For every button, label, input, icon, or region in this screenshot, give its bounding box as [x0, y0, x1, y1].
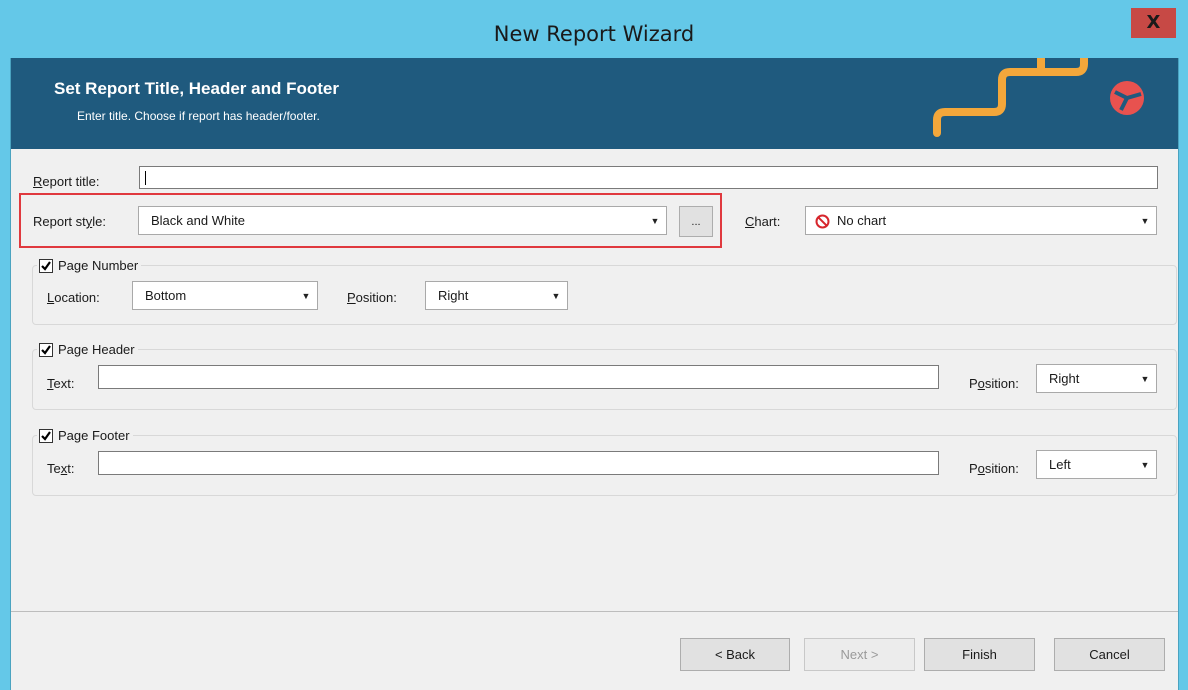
location-label: Location:	[47, 290, 100, 305]
chevron-down-icon: ▼	[551, 290, 561, 301]
banner-subtitle: Enter title. Choose if report has header…	[77, 109, 320, 123]
footer-position-label: Position:	[969, 461, 1019, 476]
checkbox-checked-icon	[39, 342, 53, 357]
no-symbol-icon	[815, 214, 830, 229]
checkbox-checked-icon	[39, 428, 53, 443]
chevron-down-icon: ▼	[1140, 215, 1150, 226]
footer-position-dropdown[interactable]: Left ▼	[1036, 450, 1157, 479]
page-number-label: Page Number	[58, 258, 139, 273]
cancel-button[interactable]: Cancel	[1054, 638, 1165, 671]
chart-value: No chart	[837, 213, 887, 228]
page-header-label: Page Header	[58, 342, 135, 357]
header-position-dropdown[interactable]: Right ▼	[1036, 364, 1157, 393]
header-position-label: Position:	[969, 376, 1019, 391]
page-header-checkbox[interactable]: Page Header	[37, 341, 138, 358]
page-footer-label: Page Footer	[58, 428, 130, 443]
footer-position-value: Left	[1049, 457, 1071, 472]
highlight-box	[19, 193, 722, 248]
page-number-position-dropdown[interactable]: Right ▼	[425, 281, 568, 310]
chevron-down-icon: ▼	[1140, 373, 1150, 384]
page-footer-checkbox[interactable]: Page Footer	[37, 427, 133, 444]
page-number-position-value: Right	[438, 288, 469, 303]
page-number-position-label: Position:	[347, 290, 397, 305]
back-button[interactable]: < Back	[680, 638, 790, 671]
title-bar: New Report Wizard X	[0, 0, 1188, 58]
wizard-banner: Set Report Title, Header and Footer Ente…	[11, 58, 1178, 149]
banner-title: Set Report Title, Header and Footer	[54, 79, 339, 98]
report-title-input[interactable]	[139, 166, 1158, 189]
location-dropdown[interactable]: Bottom ▼	[132, 281, 318, 310]
chevron-down-icon: ▼	[1140, 459, 1150, 470]
header-text-input[interactable]	[98, 365, 939, 389]
text-cursor	[145, 171, 146, 185]
chevron-down-icon: ▼	[301, 290, 311, 301]
window-title: New Report Wizard	[493, 22, 695, 46]
location-value: Bottom	[145, 288, 187, 303]
chart-dropdown[interactable]: No chart ▼	[805, 206, 1157, 235]
close-button[interactable]: X	[1131, 8, 1176, 38]
finish-button[interactable]: Finish	[924, 638, 1035, 671]
footer-text-label: Text:	[47, 461, 75, 476]
header-text-label: Text:	[47, 376, 75, 391]
wizard-body: Set Report Title, Header and Footer Ente…	[10, 58, 1179, 690]
app-logo-icon	[1110, 81, 1144, 115]
footer-separator	[11, 611, 1178, 612]
decorative-line-art	[933, 58, 1088, 137]
footer-text-input[interactable]	[98, 451, 939, 475]
page-number-checkbox[interactable]: Page Number	[37, 257, 142, 274]
header-position-value: Right	[1049, 371, 1080, 386]
wizard-window: New Report Wizard X Set Report Title, He…	[0, 0, 1188, 690]
checkbox-checked-icon	[39, 258, 53, 273]
chart-label: Chart:	[745, 214, 781, 229]
report-title-label: Report title:	[33, 174, 100, 189]
next-button[interactable]: Next >	[804, 638, 915, 671]
